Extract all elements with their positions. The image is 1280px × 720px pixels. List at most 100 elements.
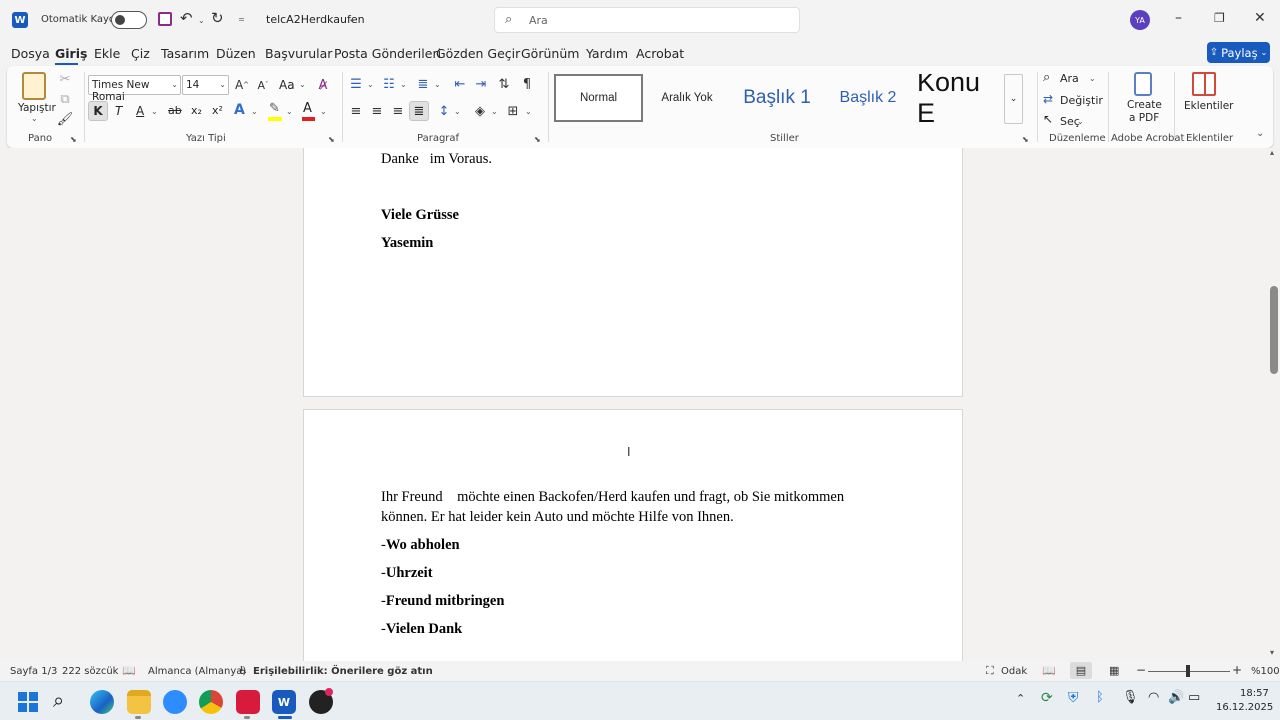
focus-label[interactable]: Odak <box>1001 666 1027 677</box>
tab-giris[interactable]: Giriş <box>55 46 87 61</box>
shading-icon[interactable]: ◈ <box>471 102 489 120</box>
clock-time[interactable]: 18:57 <box>1240 688 1269 699</box>
grow-font-icon[interactable]: A ^ <box>234 76 250 94</box>
addins-icon[interactable] <box>1192 72 1216 96</box>
subscript-button[interactable]: x₂ <box>191 104 202 117</box>
doc-paragraph-line-2[interactable]: können. Er hat leider kein Auto und möch… <box>381 509 734 526</box>
wifi-icon[interactable]: ◠ <box>1148 690 1159 705</box>
text-effects-icon[interactable]: A <box>234 102 245 118</box>
print-layout-button[interactable]: ▤ <box>1070 662 1092 679</box>
battery-icon[interactable]: ▭ <box>1188 690 1200 705</box>
format-painter-icon[interactable]: 🖌 <box>57 111 74 127</box>
tab-acrobat[interactable]: Acrobat <box>636 46 684 61</box>
accessibility-label[interactable]: Erişilebilirlik: Önerilere göz atın <box>253 666 433 677</box>
tab-posta-gonderileri[interactable]: Posta Gönderileri <box>334 46 441 61</box>
tab-dosya[interactable]: Dosya <box>11 46 50 61</box>
copy-icon[interactable]: ⧉ <box>57 91 73 107</box>
user-avatar[interactable]: YA <box>1130 10 1150 30</box>
clear-formatting-icon[interactable]: A̷ <box>314 75 332 95</box>
change-case-button[interactable]: Aa <box>279 78 295 92</box>
zoom-in-icon[interactable]: + <box>1232 663 1242 677</box>
redo-icon[interactable]: ↻ <box>211 9 224 27</box>
proofing-icon[interactable]: 📖 <box>122 664 136 677</box>
microphone-icon[interactable]: 🎙 <box>1122 690 1139 705</box>
font-color-chevron-icon[interactable]: ⌄ <box>320 107 327 116</box>
font-name-select[interactable]: Times New Romai ⌄ <box>88 75 181 103</box>
zoom-slider-thumb[interactable] <box>1186 665 1190 677</box>
superscript-button[interactable]: x² <box>212 104 223 117</box>
align-left-icon[interactable]: ≡ <box>347 102 365 120</box>
vertical-scrollbar[interactable]: ▴ ▾ <box>1268 148 1280 661</box>
replace-label[interactable]: Değiştir <box>1060 94 1103 107</box>
zoom-app-icon[interactable] <box>163 690 187 714</box>
align-right-icon[interactable]: ≡ <box>389 102 407 120</box>
paragraph-launcher-icon[interactable]: ⬊ <box>534 135 541 144</box>
sort-icon[interactable]: ⇅ <box>495 75 513 93</box>
list-item[interactable]: -Wo abholen <box>381 537 460 554</box>
collapse-ribbon-icon[interactable]: ⌄ <box>1256 128 1264 139</box>
multilevel-chevron-icon[interactable]: ⌄ <box>434 80 441 89</box>
create-pdf-icon[interactable] <box>1134 72 1152 96</box>
doc-line-danke[interactable]: Danke im Voraus. <box>381 151 492 168</box>
app-red-icon[interactable] <box>236 690 260 714</box>
italic-button[interactable]: T <box>115 104 122 118</box>
find-label[interactable]: Ara <box>1060 72 1079 85</box>
document-page-2[interactable]: Ihr Freund möchte einen Backofen/Herd ka… <box>303 409 963 661</box>
undo-icon[interactable]: ↶ <box>180 9 193 27</box>
tab-duzen[interactable]: Düzen <box>216 46 256 61</box>
justify-button[interactable]: ≣ <box>409 101 429 121</box>
style-title[interactable]: Konu E <box>913 74 999 122</box>
bluetooth-icon[interactable]: ᛒ <box>1096 690 1104 705</box>
tab-gozden-gecir[interactable]: Gözden Geçir <box>436 46 520 61</box>
numbering-chevron-icon[interactable]: ⌄ <box>400 80 407 89</box>
list-item[interactable]: -Vielen Dank <box>381 621 462 638</box>
edge-icon[interactable] <box>90 690 114 714</box>
sync-icon[interactable]: ⟳ <box>1041 690 1053 706</box>
line-spacing-chevron-icon[interactable]: ⌄ <box>454 107 461 116</box>
clock-date[interactable]: 16.12.2025 <box>1216 702 1273 713</box>
file-explorer-icon[interactable] <box>127 690 151 714</box>
shrink-font-icon[interactable]: Aˇ <box>255 76 271 94</box>
font-launcher-icon[interactable]: ⬊ <box>328 135 335 144</box>
scroll-up-icon[interactable]: ▴ <box>1270 148 1274 157</box>
restore-icon[interactable]: ❐ <box>1214 11 1225 25</box>
word-count[interactable]: 222 sözcük <box>62 666 118 677</box>
list-item[interactable]: -Uhrzeit <box>381 565 433 582</box>
tab-tasarim[interactable]: Tasarım <box>161 46 209 61</box>
tab-gorunum[interactable]: Görünüm <box>521 46 579 61</box>
tab-ekle[interactable]: Ekle <box>94 46 120 61</box>
show-marks-icon[interactable]: ¶ <box>518 75 536 93</box>
shading-chevron-icon[interactable]: ⌄ <box>491 107 498 116</box>
cut-icon[interactable]: ✂ <box>57 71 73 87</box>
language-label[interactable]: Almanca (Almanya) <box>148 666 246 677</box>
zoom-level[interactable]: %100 <box>1251 666 1280 677</box>
change-case-chevron-icon[interactable]: ⌄ <box>299 80 306 89</box>
increase-indent-icon[interactable]: ⇥ <box>472 75 490 93</box>
find-chevron-icon[interactable]: ⌄ <box>1089 74 1096 83</box>
chrome-icon[interactable] <box>199 690 223 714</box>
tab-basvurular[interactable]: Başvurular <box>265 46 332 61</box>
tray-overflow-icon[interactable]: ⌃ <box>1016 692 1025 705</box>
create-pdf-label-1[interactable]: Create <box>1127 99 1162 111</box>
underline-chevron-icon[interactable]: ⌄ <box>151 107 158 116</box>
share-button[interactable]: ⇪ Paylaş ⌄ <box>1207 42 1270 63</box>
styles-more-button[interactable]: ⌄ <box>1004 74 1023 124</box>
defender-icon[interactable]: ⛨ <box>1068 690 1079 706</box>
zoom-out-icon[interactable]: − <box>1136 663 1146 677</box>
doc-paragraph-line-1[interactable]: Ihr Freund möchte einen Backofen/Herd ka… <box>381 489 844 506</box>
read-mode-icon[interactable]: 📖 <box>1042 664 1056 677</box>
autosave-toggle[interactable] <box>111 11 147 29</box>
save-icon[interactable] <box>158 12 172 26</box>
doc-line-grusse[interactable]: Viele Grüsse <box>381 207 459 224</box>
style-heading-2[interactable]: Başlık 2 <box>827 74 909 122</box>
select-chevron-icon[interactable]: ⌄ <box>1077 117 1084 126</box>
styles-launcher-icon[interactable]: ⬊ <box>1022 135 1029 144</box>
accessibility-icon[interactable]: ♿ <box>238 664 248 677</box>
paste-label[interactable]: Yapıştır <box>18 102 56 114</box>
style-heading-1[interactable]: Başlık 1 <box>732 74 822 122</box>
web-layout-icon[interactable]: ▦ <box>1109 664 1119 677</box>
text-effects-chevron-icon[interactable]: ⌄ <box>251 107 258 116</box>
style-no-spacing[interactable]: Aralık Yok <box>647 74 727 122</box>
replace-icon[interactable]: ⇄ <box>1043 92 1053 106</box>
style-normal[interactable]: Normal <box>554 74 643 122</box>
